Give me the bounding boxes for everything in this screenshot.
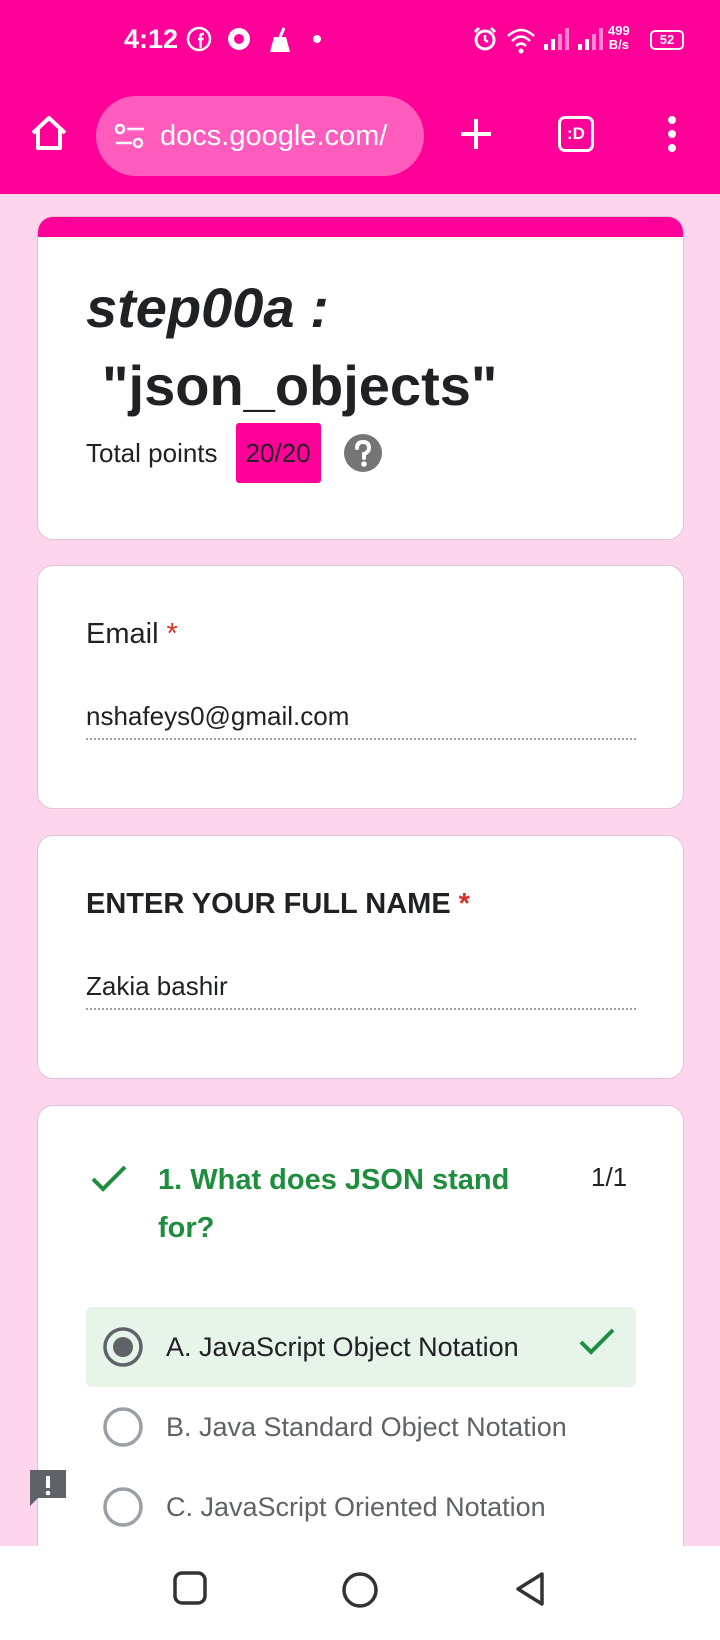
- email-label: Email *: [86, 618, 178, 651]
- site-settings-icon: [114, 123, 144, 149]
- home-nav-button[interactable]: [340, 1570, 380, 1610]
- more-vert-icon: [668, 116, 676, 152]
- correct-check-icon: [91, 1165, 127, 1192]
- required-asterisk: *: [458, 888, 470, 920]
- status-bar: 4:12 499 B/s 52: [0, 0, 720, 80]
- question-1-text: 1. What does JSON stand for?: [158, 1164, 510, 1244]
- radio-unselected-icon[interactable]: [102, 1486, 144, 1528]
- messenger-icon: [228, 28, 250, 50]
- required-asterisk: *: [166, 618, 178, 650]
- home-button[interactable]: [26, 110, 72, 156]
- status-time: 4:12: [124, 24, 179, 54]
- form-title: step00a : "json_objects": [86, 269, 646, 425]
- question-1-card: 1. What does JSON stand for? 1/1 A. Java…: [37, 1105, 684, 1565]
- alarm-icon: [473, 26, 497, 51]
- new-tab-button[interactable]: [452, 110, 500, 158]
- option-a-label: A. JavaScript Object Notation: [166, 1331, 519, 1362]
- name-label-text: ENTER YOUR FULL NAME: [86, 888, 451, 920]
- back-button[interactable]: [512, 1570, 548, 1608]
- option-b-label: B. Java Standard Object Notation: [166, 1411, 567, 1442]
- network-speed-value: 499: [608, 23, 630, 38]
- total-points-badge: 20/20: [235, 423, 321, 483]
- correct-answer-check-icon: [579, 1328, 615, 1355]
- battery-level: 52: [659, 32, 675, 47]
- browser-toolbar: docs.google.com/ :D: [0, 92, 720, 176]
- total-points-row: Total points 20/20: [86, 423, 383, 483]
- form-title-line1: step00a :: [86, 276, 329, 339]
- form-header-card: step00a : "json_objects" Total points 20…: [37, 216, 684, 540]
- network-speed-unit: B/s: [608, 37, 629, 52]
- question-1-score: 1/1: [591, 1162, 628, 1192]
- email-label-text: Email: [86, 618, 159, 650]
- address-bar[interactable]: docs.google.com/: [96, 96, 424, 176]
- option-c-label: C. JavaScript Oriented Notation: [166, 1491, 546, 1522]
- notification-dot-icon: [313, 35, 321, 43]
- option-a[interactable]: A. JavaScript Object Notation: [86, 1307, 636, 1387]
- name-field: Zakia bashir: [86, 966, 636, 1010]
- system-nav-bar: [0, 1546, 720, 1640]
- name-label: ENTER YOUR FULL NAME *: [86, 888, 470, 921]
- network-speed: 499 B/s: [608, 24, 630, 52]
- option-b[interactable]: B. Java Standard Object Notation: [86, 1387, 636, 1467]
- help-icon[interactable]: [343, 433, 383, 473]
- radio-selected-icon[interactable]: [102, 1326, 144, 1368]
- tab-switcher-button[interactable]: :D: [554, 112, 598, 156]
- tab-switcher-icon: :D: [558, 116, 594, 152]
- battery-icon: 52: [650, 30, 684, 50]
- signal-sim2-icon: [578, 28, 603, 50]
- home-icon: [31, 116, 67, 150]
- wifi-icon: [507, 28, 535, 54]
- total-points-label: Total points: [86, 437, 218, 468]
- browser-top-bar: 4:12 499 B/s 52 docs.google.com/:D: [0, 0, 720, 194]
- email-question-card: Email * nshafeys0@gmail.com: [37, 565, 684, 809]
- more-menu-button[interactable]: [652, 110, 692, 158]
- option-c[interactable]: C. JavaScript Oriented Notation: [86, 1467, 636, 1547]
- email-field: nshafeys0@gmail.com: [86, 696, 636, 740]
- url-text: docs.google.com/: [160, 119, 388, 152]
- form-title-line2: "json_objects": [102, 354, 498, 417]
- signal-sim1-icon: [544, 28, 569, 50]
- facebook-icon: [186, 26, 212, 52]
- feedback-icon[interactable]: [28, 1468, 68, 1508]
- header-accent-bar: [38, 217, 683, 237]
- name-question-card: ENTER YOUR FULL NAME * Zakia bashir: [37, 835, 684, 1079]
- recents-button[interactable]: [172, 1570, 208, 1606]
- cleaner-icon: [270, 27, 290, 52]
- plus-icon: [461, 119, 491, 149]
- radio-unselected-icon[interactable]: [102, 1406, 144, 1448]
